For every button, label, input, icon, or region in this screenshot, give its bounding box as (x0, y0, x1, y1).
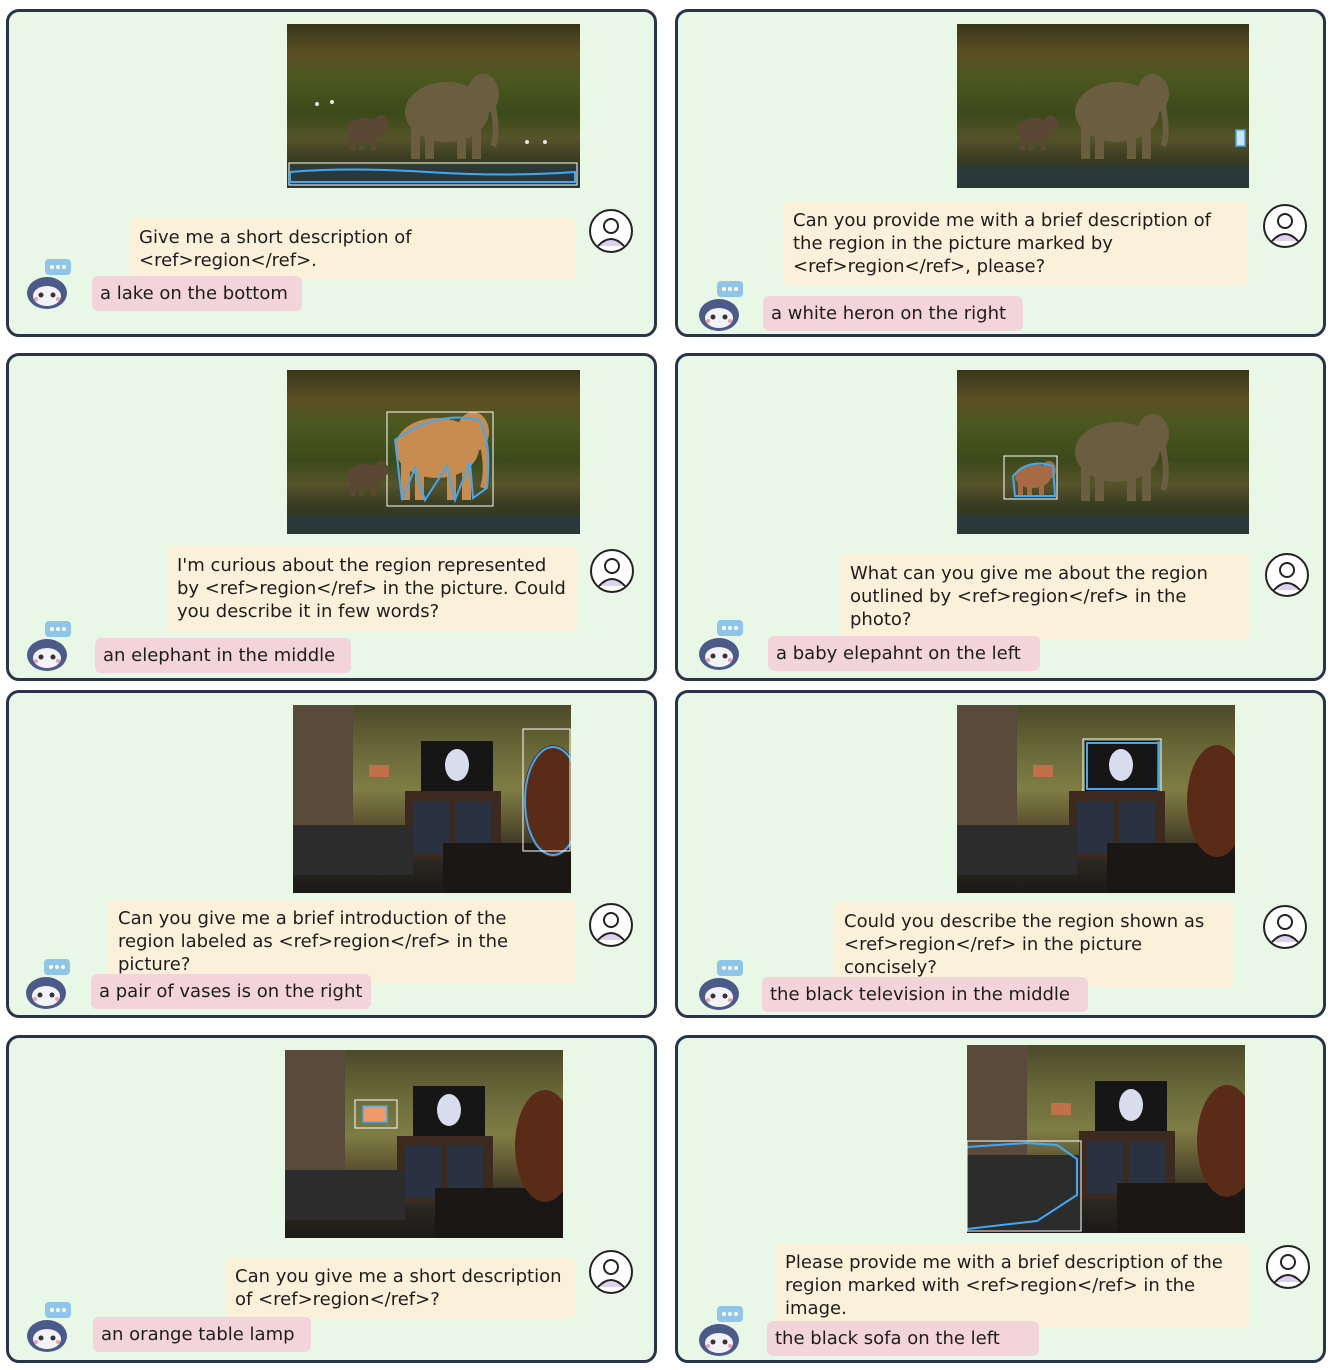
chat-panel-4: What can you give me about the region ou… (675, 353, 1326, 681)
bot-answer-bubble: a baby elepahnt on the left (768, 636, 1040, 671)
bot-answer-bubble: a lake on the bottom (92, 276, 302, 311)
savanna-photo (287, 370, 580, 534)
user-avatar-icon (589, 209, 633, 253)
chat-panel-7: Can you give me a short description of <… (6, 1035, 657, 1363)
bot-answer-bubble: a white heron on the right (763, 296, 1023, 331)
user-question-bubble: Please provide me with a brief descripti… (775, 1243, 1249, 1328)
user-avatar-icon (589, 1250, 633, 1294)
robot-assistant-icon (699, 281, 743, 331)
user-question-bubble: What can you give me about the region ou… (840, 554, 1250, 639)
bot-answer-bubble: an elephant in the middle (95, 638, 351, 673)
user-avatar-icon (1266, 1245, 1310, 1289)
elephants-illustration (957, 414, 1249, 534)
user-question-bubble: Can you provide me with a brief descript… (783, 201, 1248, 286)
robot-assistant-icon (26, 959, 70, 1009)
savanna-photo (957, 370, 1249, 534)
user-question-bubble: Can you give me a brief introduction of … (108, 899, 576, 984)
living-room-illustration (285, 1050, 563, 1238)
user-question-bubble: I'm curious about the region represented… (167, 546, 577, 631)
robot-assistant-icon (699, 960, 743, 1010)
bot-answer-bubble: an orange table lamp (93, 1317, 311, 1352)
user-question-bubble: Give me a short description of <ref>regi… (129, 218, 576, 280)
living-room-photo (957, 705, 1235, 893)
chat-panel-3: I'm curious about the region represented… (6, 353, 657, 681)
robot-assistant-icon (27, 621, 71, 671)
user-avatar-icon (589, 903, 633, 947)
user-avatar-icon (1263, 204, 1307, 248)
living-room-illustration (967, 1045, 1245, 1233)
bot-answer-bubble: the black television in the middle (762, 977, 1088, 1012)
robot-assistant-icon (699, 620, 743, 670)
user-question-bubble: Can you give me a short description of <… (225, 1257, 575, 1319)
chat-panel-1: Give me a short description of <ref>regi… (6, 9, 657, 337)
bot-answer-bubble: the black sofa on the left (767, 1321, 1039, 1356)
user-question-bubble: Could you describe the region shown as <… (834, 902, 1234, 987)
elephants-illustration (287, 74, 580, 188)
living-room-photo (293, 705, 571, 893)
savanna-photo (957, 24, 1249, 188)
chat-panel-2: Can you provide me with a brief descript… (675, 9, 1326, 337)
elephants-illustration (287, 411, 580, 534)
robot-assistant-icon (699, 1306, 743, 1356)
living-room-photo (967, 1045, 1245, 1233)
chat-panel-6: Could you describe the region shown as <… (675, 690, 1326, 1018)
living-room-illustration (957, 705, 1235, 893)
living-room-illustration (293, 705, 571, 893)
user-avatar-icon (590, 549, 634, 593)
robot-assistant-icon (27, 1302, 71, 1352)
elephants-illustration (957, 74, 1249, 188)
robot-assistant-icon (27, 259, 71, 309)
savanna-photo (287, 24, 580, 188)
user-avatar-icon (1263, 905, 1307, 949)
bot-answer-bubble: a pair of vases is on the right (91, 974, 371, 1009)
chat-panel-8: Please provide me with a brief descripti… (675, 1035, 1326, 1363)
chat-panel-5: Can you give me a brief introduction of … (6, 690, 657, 1018)
user-avatar-icon (1265, 553, 1309, 597)
living-room-photo (285, 1050, 563, 1238)
